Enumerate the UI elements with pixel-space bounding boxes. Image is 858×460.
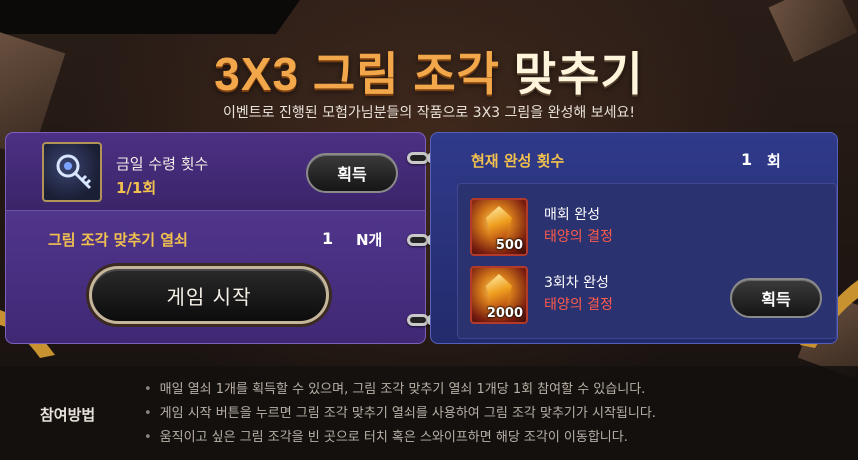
page-subtitle: 이벤트로 진행된 모험가님분들의 작품으로 3X3 그림을 완성해 보세요!: [223, 105, 635, 121]
reward-qty: 2000: [486, 306, 523, 321]
completion-count: 1: [741, 150, 753, 169]
claim-reward-button[interactable]: 획득: [730, 278, 822, 318]
reward-item-name: 태양의 결정: [544, 229, 613, 245]
crystal-gem: [486, 274, 512, 308]
reward-item-name: 태양의 결정: [544, 297, 613, 313]
reward-list: 500 매회 완성 태양의 결정 2000 3회차 완성 태양의 결정 획득: [457, 183, 837, 339]
title-main: 3X3 그림 조각: [214, 48, 500, 100]
daily-claim-label: 금일 수령 횟수: [116, 155, 209, 173]
completion-count-label: 현재 완성 횟수: [471, 152, 565, 170]
key-label: 그림 조각 맞추기 열쇠: [48, 231, 188, 249]
top-band: [0, 0, 300, 34]
page-title: 3X3 그림 조각 맞추기: [0, 38, 858, 104]
binder-ring: [407, 314, 429, 326]
how-to-participate: 참여방법 매일 열쇠 1개를 획득할 수 있으며, 그림 조각 맞추기 열쇠 1…: [0, 366, 858, 460]
daily-row: 금일 수령 횟수 1/1회 획득: [6, 133, 425, 211]
binder-ring: [407, 152, 429, 164]
sun-crystal-icon: 500: [470, 198, 528, 256]
sun-crystal-icon: 2000: [470, 266, 528, 324]
reward-title: 3회차 완성: [544, 275, 609, 291]
completion-unit: 회: [767, 152, 781, 170]
binder-ring: [407, 234, 429, 246]
title-accent: 맞추기: [513, 48, 644, 100]
reward-title: 매회 완성: [544, 207, 600, 223]
info-item: 게임 시작 버튼을 누르면 그림 조각 맞추기 열쇠를 사용하여 그림 조각 맞…: [144, 402, 656, 426]
info-item: 움직이고 싶은 그림 조각을 빈 곳으로 터치 혹은 스와이프하면 해당 조각이…: [144, 426, 656, 450]
key-item-icon: [42, 142, 102, 202]
key-panel: 금일 수령 횟수 1/1회 획득 그림 조각 맞추기 열쇠 1 N개 게임 시작: [5, 132, 426, 344]
crystal-gem: [486, 206, 512, 240]
key-count: 1: [322, 229, 334, 248]
completion-panel: 현재 완성 횟수 1 회 500 매회 완성 태양의 결정 2000 3회차 완…: [430, 132, 838, 344]
daily-claim-value: 1/1회: [116, 179, 157, 197]
start-game-button[interactable]: 게임 시작: [89, 266, 329, 324]
key-unit: N개: [356, 231, 383, 249]
reward-qty: 500: [495, 238, 523, 253]
info-item: 매일 열쇠 1개를 획득할 수 있으며, 그림 조각 맞추기 열쇠 1개당 1회…: [144, 378, 656, 402]
claim-key-button[interactable]: 획득: [306, 153, 398, 193]
info-list: 매일 열쇠 1개를 획득할 수 있으며, 그림 조각 맞추기 열쇠 1개당 1회…: [144, 378, 656, 450]
info-label: 참여방법: [40, 406, 96, 424]
